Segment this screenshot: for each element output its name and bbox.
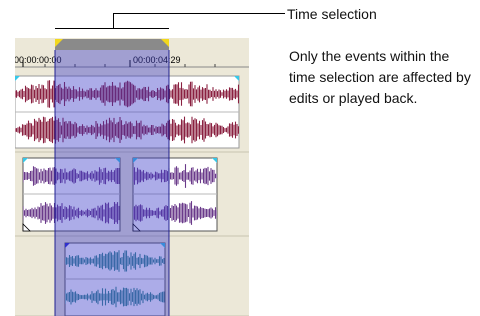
timeline-screenshot: 00:00:00:00 00:00:04:29 (15, 38, 249, 316)
callout-leader-line (113, 13, 285, 14)
callout-bracket (55, 28, 169, 29)
callout-label: Time selection (287, 6, 377, 22)
time-selection-region[interactable] (55, 50, 169, 316)
callout-stem (113, 13, 114, 28)
time-selection-bar[interactable] (55, 39, 169, 50)
callout-description: Only the events within the time selectio… (289, 48, 471, 106)
